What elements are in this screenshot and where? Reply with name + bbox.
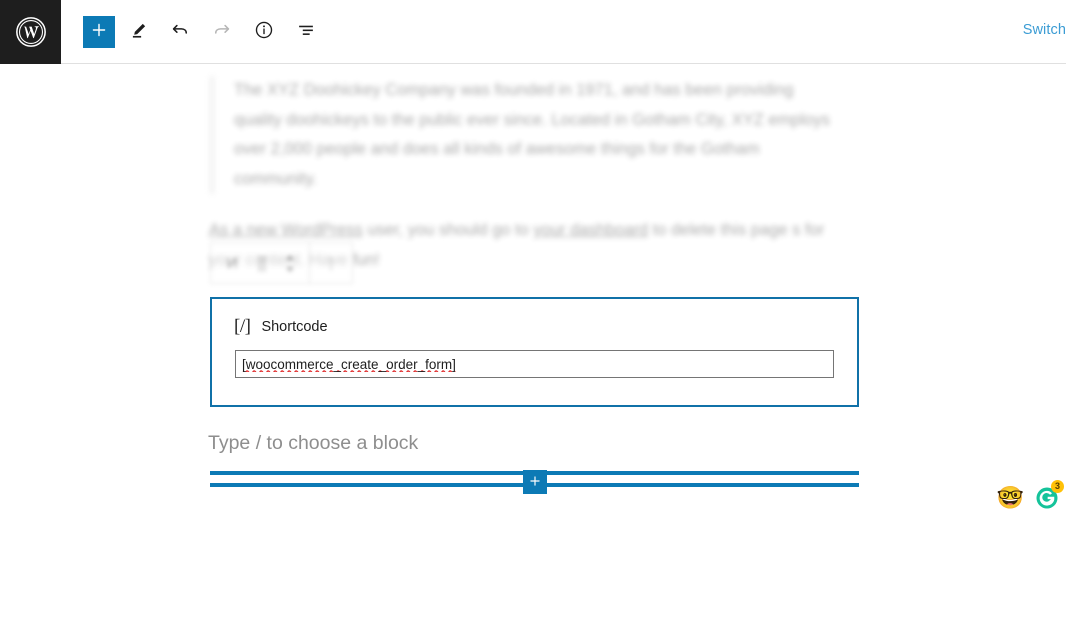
grammarly-badge: 3 bbox=[1051, 480, 1064, 493]
redo-arrow-icon bbox=[211, 19, 233, 44]
quote-block[interactable]: The XYZ Doohickey Company was founded in… bbox=[210, 76, 842, 194]
shortcode-block[interactable]: [/] Shortcode bbox=[210, 297, 859, 407]
shortcode-input-wrap bbox=[212, 336, 857, 378]
redo-button[interactable] bbox=[203, 13, 241, 51]
paragraph-transform-icon[interactable]: И bbox=[217, 243, 247, 283]
editor-top-bar: Switch bbox=[0, 0, 1066, 64]
grammarly-icon[interactable]: 3 bbox=[1034, 480, 1064, 511]
block-toolbar-group-more: ⋮ bbox=[310, 243, 352, 283]
move-updown-icons[interactable] bbox=[277, 254, 303, 272]
empty-block-placeholder[interactable]: Type / to choose a block bbox=[208, 432, 418, 455]
more-options-icon[interactable]: ⋮ bbox=[316, 243, 346, 283]
move-up-icon[interactable] bbox=[286, 254, 294, 260]
block-toolbar-group-move: И ⣿ bbox=[211, 243, 310, 283]
paragraph-text-2: to delete this page bbox=[648, 221, 788, 239]
plus-icon bbox=[528, 474, 542, 491]
toolbar-tools bbox=[61, 0, 325, 64]
block-toolbar-ghost[interactable]: И ⣿ ⋮ bbox=[210, 242, 353, 284]
browser-extension-icons: 🤓 3 bbox=[997, 480, 1064, 511]
block-inserter-divider bbox=[210, 470, 859, 494]
paragraph-link-dashboard[interactable]: your dashboard bbox=[533, 221, 648, 239]
undo-arrow-icon bbox=[169, 19, 191, 44]
wordpress-logo-icon bbox=[15, 16, 47, 48]
editor-canvas: The XYZ Doohickey Company was founded in… bbox=[0, 64, 1066, 633]
info-circle-icon bbox=[253, 19, 275, 44]
paragraph-text-1: user, you should go to bbox=[362, 221, 534, 239]
paragraph-link-wordpress[interactable]: As a new WordPress bbox=[209, 221, 363, 239]
plus-icon bbox=[90, 21, 108, 42]
undo-button[interactable] bbox=[161, 13, 199, 51]
wordpress-logo-button[interactable] bbox=[0, 0, 61, 64]
add-block-button[interactable] bbox=[83, 15, 115, 48]
pencil-icon bbox=[128, 20, 149, 44]
quote-text: The XYZ Doohickey Company was founded in… bbox=[234, 81, 830, 188]
details-button[interactable] bbox=[245, 13, 283, 51]
shortcode-block-title: Shortcode bbox=[261, 318, 328, 335]
edit-tool-button[interactable] bbox=[119, 13, 157, 51]
drag-handle-icon[interactable]: ⣿ bbox=[247, 243, 277, 283]
shortcode-input[interactable] bbox=[235, 350, 834, 378]
inline-inserter-button[interactable] bbox=[523, 470, 547, 494]
shortcode-block-header: [/] Shortcode bbox=[212, 299, 857, 336]
list-view-button[interactable] bbox=[287, 13, 325, 51]
move-down-icon[interactable] bbox=[286, 266, 294, 272]
switch-link[interactable]: Switch bbox=[1023, 22, 1066, 38]
list-view-icon bbox=[295, 19, 317, 44]
nerd-face-emoji[interactable]: 🤓 bbox=[997, 487, 1024, 509]
shortcode-icon: [/] bbox=[234, 316, 251, 337]
